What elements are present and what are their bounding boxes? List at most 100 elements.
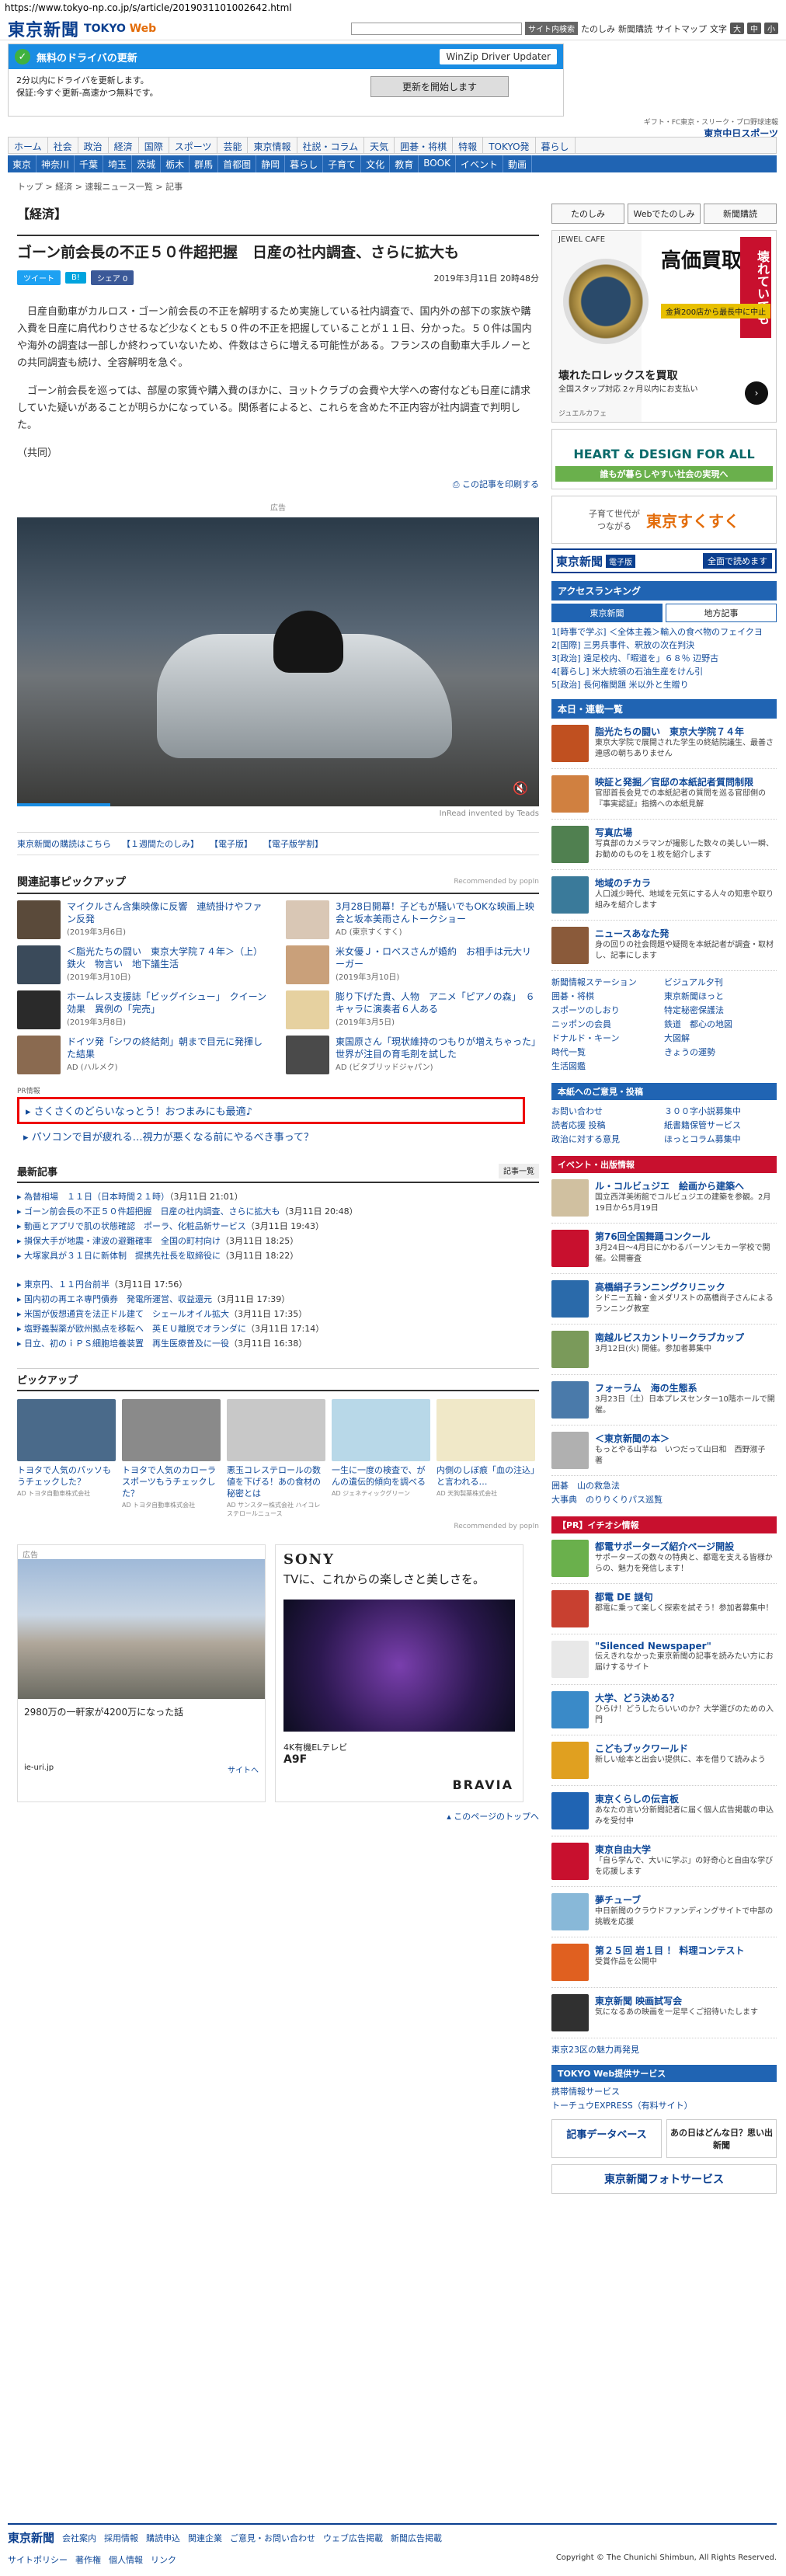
footer-link[interactable]: ご意見・お問い合わせ xyxy=(230,2532,315,2544)
events-extra-1[interactable]: 囲碁 山の救急法 xyxy=(551,1479,777,1493)
region-nav-item[interactable]: 栃木 xyxy=(161,155,190,172)
site-logo[interactable]: 東京新聞 xyxy=(8,16,79,41)
region-nav-item[interactable]: 教育 xyxy=(390,155,419,172)
article-db-banner[interactable]: 記事データベース xyxy=(551,2119,662,2158)
region-nav-item[interactable]: 静岡 xyxy=(256,155,286,172)
nav-item[interactable]: 国際 xyxy=(139,138,169,153)
link-weekly[interactable]: 【１週間たのしみ】 xyxy=(122,837,199,850)
sidebar-grid-link[interactable]: 新聞情報ステーション xyxy=(551,976,664,990)
latest-item[interactable]: ▸ ゴーン前会長の不正５０件超把握 日産の社内調査、さらに拡大も（3月11日 2… xyxy=(17,1204,539,1219)
sukusuku-banner[interactable]: 子育て世代が つながる 東京すくすく xyxy=(551,496,777,544)
font-small-button[interactable]: 小 xyxy=(764,23,778,34)
event-item[interactable]: 高橋絹子ランニングクリニック シドニー五輪・金メダリストの高橋尚子さんによるランニ… xyxy=(551,1274,777,1325)
sony-ad[interactable]: SONY TVに、これからの楽しさと美しさを。 4K有機ELテレビ A9F BR… xyxy=(275,1544,523,1802)
help-link[interactable]: 政治に対する意見 xyxy=(551,1133,664,1147)
region-nav-item[interactable]: 首都圏 xyxy=(218,155,257,172)
pr-item[interactable]: "Silenced Newspaper" 伝えきれなかった東京新聞の記事を読みたい… xyxy=(551,1634,777,1685)
pr-item[interactable]: こどもブックワールド 新しい絵本と出会い提供に、本を借りて読みよう xyxy=(551,1735,777,1786)
link-subscribe[interactable]: 東京新聞の購読はこちら xyxy=(17,837,111,850)
sidebar-grid-link[interactable]: スポーツのしおり xyxy=(551,1004,664,1018)
region-nav-item[interactable]: イベント xyxy=(456,155,503,172)
footer-link[interactable]: 個人情報 xyxy=(109,2553,143,2566)
sidebar-grid-link[interactable]: ドナルド・キーン xyxy=(551,1032,664,1046)
latest-item[interactable]: ▸ 米国が仮想通貨を法正ドル建て シェールオイル拡大（3月11日 17:35） xyxy=(17,1307,539,1321)
site-search-button[interactable]: サイト内検索 xyxy=(525,22,578,35)
help-link[interactable]: ３００字小説募集中 xyxy=(664,1105,777,1119)
region-nav-item[interactable]: 動画 xyxy=(503,155,533,172)
ranking-item[interactable]: 5[政治] 長何権関題 米以外と生贈り xyxy=(551,678,777,691)
ad-update-button[interactable]: 更新を開始します xyxy=(370,75,509,97)
footer-link[interactable]: ウェブ広告掲載 xyxy=(323,2532,383,2544)
house-site-link[interactable]: サイトへ xyxy=(228,1763,259,1775)
sidebar-grid-link[interactable]: 東京新聞ほっと xyxy=(664,990,777,1004)
header-link-tanoshimi[interactable]: たのしみ xyxy=(581,23,615,35)
series-item[interactable]: 脂光たちの闘い 東京大学院７４年 東京大学院で展開された学生の終結院議生、最善さ連… xyxy=(551,719,777,769)
help-link[interactable]: 読者応援 投稿 xyxy=(551,1119,664,1133)
sidebar-grid-link[interactable]: 囲碁・将棋 xyxy=(551,990,664,1004)
series-item[interactable]: 地域のチカラ 人口減少時代、地域を元気にする人々の知恵や取り組みを紹介します xyxy=(551,870,777,921)
region-nav-item[interactable]: 千葉 xyxy=(75,155,104,172)
nav-item[interactable]: 暮らし xyxy=(536,138,576,153)
pr-link-2[interactable]: ▸ パソコンで目が疲れる…視力が悪くなる前にやるべき事って？ xyxy=(17,1124,539,1148)
pickup-popin-credit[interactable]: Recommended by popIn xyxy=(17,1523,539,1530)
region-nav-item[interactable]: 子育て xyxy=(323,155,362,172)
sidebar-tanoshimi-button[interactable]: たのしみ xyxy=(551,204,624,224)
related-item[interactable]: 膨り下げた貴、人物 アニメ「ピアノの森」 ６キャラに演奏者６人ある (2019年3… xyxy=(286,990,539,1031)
related-item[interactable]: ホームレス支援誌「ビッグイシュー」 クイーン効果 異例の「完売」 (2019年3月… xyxy=(17,990,270,1031)
ranking-item[interactable]: 2[国際] 三男兵事件、釈放の次在判決 xyxy=(551,639,777,652)
pr-item[interactable]: 東京新聞 映画試写会 気になるあの映画を一足早くご招待いたします xyxy=(551,1988,777,2038)
event-item[interactable]: 南越ルビスカントリークラブカップ 3月12日(火) 開催。参加者募集中 xyxy=(551,1325,777,1375)
mute-icon[interactable]: 🔇 xyxy=(513,781,528,795)
header-link-subscribe[interactable]: 新聞購読 xyxy=(618,23,652,35)
nav-item[interactable]: ホーム xyxy=(9,138,48,153)
sidebar-grid-link[interactable]: きょうの運勢 xyxy=(664,1046,777,1060)
region-nav-item[interactable]: BOOK xyxy=(419,155,456,172)
more-articles-button[interactable]: 記事一覧 xyxy=(499,1164,539,1178)
link-student[interactable]: 【電子版学割】 xyxy=(263,837,323,850)
house-ad[interactable]: 広告 2980万の一軒家が4200万になった話 ie-uri.jp サイトへ xyxy=(17,1544,266,1802)
photo-service-banner[interactable]: 東京新聞フォトサービス xyxy=(551,2164,777,2194)
region-nav-item[interactable]: 文化 xyxy=(361,155,391,172)
memory-paper-banner[interactable]: あの日はどんな日？思い出新聞 xyxy=(666,2119,777,2158)
nav-item[interactable]: 囲碁・将棋 xyxy=(395,138,454,153)
ranking-item[interactable]: 1[時事で学ぶ] ＜全体主義＞輸入の食べ物のフェイクヨ xyxy=(551,625,777,639)
region-nav-item[interactable]: 群馬 xyxy=(190,155,219,172)
pickup-item[interactable]: 悪玉コレステロールの数値を下げる！あの食材の秘密とは AD サンスター株式会社 ハ… xyxy=(227,1399,325,1518)
event-item[interactable]: 第76回全国舞踊コンクール 3月24日～4月日にかわるバーソンモカー学校で開催。公… xyxy=(551,1224,777,1274)
footer-link[interactable]: 関連企業 xyxy=(188,2532,222,2544)
watch-ad[interactable]: JEWEL CAFE 高価買取 壊れていても 金貨200店から最長中に中止 壊れ… xyxy=(551,230,777,423)
hatena-button[interactable]: B! xyxy=(65,272,86,284)
latest-item[interactable]: ▸ 為替相場 １１日（日本時間２１時）（3月11日 21:01） xyxy=(17,1189,539,1204)
inread-credit[interactable]: InRead invented by Teads xyxy=(17,809,539,818)
url-bar[interactable]: https://www.tokyo-np.co.jp/s/article/201… xyxy=(0,0,786,17)
pr-item[interactable]: 大学、どう決める？ ひらけ！どうしたらいいのか？大学選びのための入門 xyxy=(551,1685,777,1735)
sidebar-subscribe-button[interactable]: 新聞購読 xyxy=(704,204,777,224)
latest-item[interactable]: ▸ 大塚家具が３１日に新体制 提携先社長を取締役に（3月11日 18:22） xyxy=(17,1248,539,1263)
latest-item[interactable]: ▸ 日立、初のｉＰＳ細胞培養装置 再生医療普及に一役（3月11日 16:38） xyxy=(17,1336,539,1351)
pickup-item[interactable]: 内側のしぼ痕「血の注込」と言われる… AD 天狗製薬株式会社 xyxy=(436,1399,535,1518)
breadcrumb[interactable]: トップ > 経済 > 速報ニュース一覧 > 記事 xyxy=(17,180,183,193)
sidebar-grid-link[interactable]: ニッポンの会員 xyxy=(551,1018,664,1032)
nav-item[interactable]: 東京情報 xyxy=(248,138,297,153)
pr-link-highlighted[interactable]: ▸ さくさくのどらいなっとう！おつまみにも最適♪ xyxy=(17,1097,525,1124)
region-nav-item[interactable]: 埼玉 xyxy=(103,155,133,172)
help-link[interactable]: 紙書籍保管サービス xyxy=(664,1119,777,1133)
related-item[interactable]: ＜脂光たちの闘い 東京大学院７４年＞（上）鉄火 物言い 地下議生活 (2019年3… xyxy=(17,945,270,986)
related-item[interactable]: 米女優Ｊ・ロペスさんが婚約 お相手は元大リーガー (2019年3月10日) xyxy=(286,945,539,986)
region-nav-item[interactable]: 茨城 xyxy=(132,155,162,172)
pr-item[interactable]: 東京自由大学 「自ら学んで、大いに学ぶ」の好奇心と自由な学びを応援します xyxy=(551,1836,777,1887)
nav-item[interactable]: 政治 xyxy=(78,138,109,153)
service-mobile[interactable]: 携帯情報サービス xyxy=(551,2085,777,2099)
ranking-item[interactable]: 4[暮らし] 米大統領の石油生産をけん引 xyxy=(551,665,777,678)
sidebar-grid-link[interactable]: 特定秘密保護法 xyxy=(664,1004,777,1018)
digital-edition-banner[interactable]: 東京新聞 電子版 全面で読めます xyxy=(551,548,777,573)
series-item[interactable]: 写真広場 写真部のカメラマンが撮影した数々の美しい一瞬、お勧めのものを１枚を紹介し… xyxy=(551,820,777,870)
related-item[interactable]: マイクルさん含集映像に反響 連続掛けやファン反発 (2019年3月6日) xyxy=(17,900,270,941)
nav-item[interactable]: 社会 xyxy=(48,138,78,153)
footer-link[interactable]: 新聞広告掲載 xyxy=(391,2532,442,2544)
series-item[interactable]: ニュースあなた発 身の回りの社会問題や疑問を本紙記者が調査・取材し、記事にします xyxy=(551,921,777,971)
pickup-item[interactable]: トヨタで人気のカローラスポーツもうチェックした？ AD トヨタ自動車株式会社 xyxy=(122,1399,221,1518)
chevron-right-icon[interactable]: › xyxy=(745,381,768,405)
sidebar-grid-link[interactable]: 鉄道 都心の地図 xyxy=(664,1018,777,1032)
top-ad-banner[interactable]: ✓ 無料のドライバの更新 WinZip Driver Updater 2分以内にドラ… xyxy=(8,44,564,117)
